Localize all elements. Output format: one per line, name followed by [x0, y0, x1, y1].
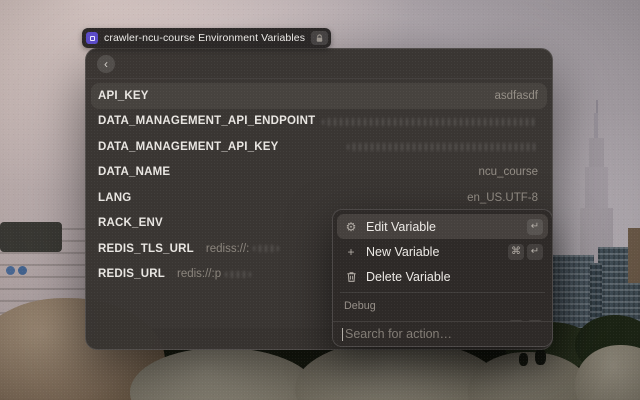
shortcut-keys: ⌘ ↵ — [508, 243, 543, 260]
trash-icon — [343, 271, 359, 283]
redacted-value — [225, 270, 252, 278]
action-menu-items: ⚙ Edit Variable ↵ + New Variable ⌘ ↵ Del… — [333, 210, 552, 321]
env-var-row-data-management-api-endpoint[interactable]: DATA_MANAGEMENT_API_ENDPOINT — [91, 109, 547, 135]
lock-icon — [311, 31, 329, 45]
menu-item-edit-variable[interactable]: ⚙ Edit Variable ↵ — [337, 214, 548, 239]
env-var-name: LANG — [98, 191, 132, 204]
redacted-value — [322, 117, 537, 126]
env-var-name: DATA_MANAGEMENT_API_KEY — [98, 140, 279, 153]
env-var-value: ncu_course — [478, 166, 538, 179]
plus-icon: + — [347, 244, 355, 259]
env-var-row-data-management-api-key[interactable]: DATA_MANAGEMENT_API_KEY — [91, 134, 547, 160]
chevron-left-icon: ‹ — [104, 57, 108, 71]
menu-item-delete-variable[interactable]: Delete Variable — [337, 264, 548, 289]
breadcrumb-pill[interactable]: crawler-ncu-course Environment Variables — [82, 28, 332, 48]
env-var-name: DATA_MANAGEMENT_API_ENDPOINT — [98, 115, 316, 128]
env-var-name: REDIS_URL — [98, 268, 165, 281]
action-menu: ⚙ Edit Variable ↵ + New Variable ⌘ ↵ Del… — [332, 209, 553, 347]
env-var-row-api-key[interactable]: API_KEY asdfasdf — [91, 83, 547, 109]
menu-section-debug: Debug — [344, 300, 376, 312]
desktop: crawler-ncu-course Environment Variables… — [0, 0, 640, 400]
env-var-name: RACK_ENV — [98, 217, 163, 230]
env-var-subtitle: rediss://: — [205, 242, 250, 255]
env-var-row-lang[interactable]: LANG en_US.UTF-8 — [91, 185, 547, 211]
menu-item-label: Delete Variable — [366, 269, 451, 284]
env-var-row-data-name[interactable]: DATA_NAME ncu_course — [91, 160, 547, 186]
shortcut-keys: ↵ — [527, 218, 543, 235]
env-var-value: asdfasdf — [494, 89, 538, 102]
menu-item-label: New Variable — [366, 244, 440, 259]
redacted-value — [253, 245, 280, 253]
action-search-input[interactable] — [345, 327, 543, 341]
window-header: ‹ — [86, 49, 552, 79]
return-key-badge: ↵ — [527, 243, 543, 260]
env-var-subtitle: redis://:p — [176, 268, 222, 281]
extension-icon — [86, 32, 98, 44]
env-var-name: REDIS_TLS_URL — [98, 242, 194, 255]
env-var-name: DATA_NAME — [98, 166, 171, 179]
env-var-value: en_US.UTF-8 — [467, 191, 538, 204]
env-var-name: API_KEY — [98, 89, 149, 102]
menu-item-new-variable[interactable]: + New Variable ⌘ ↵ — [337, 239, 548, 264]
cmd-key-badge: ⌘ — [508, 243, 524, 260]
text-cursor — [342, 327, 343, 341]
menu-item-label: Edit Variable — [366, 219, 436, 234]
return-key-badge: ↵ — [527, 218, 543, 235]
back-button[interactable]: ‹ — [97, 55, 115, 73]
menu-divider — [340, 292, 545, 293]
redacted-value — [347, 143, 537, 151]
pill-title: crawler-ncu-course Environment Variables — [104, 32, 306, 44]
action-search-bar — [333, 321, 552, 346]
gear-icon: ⚙ — [345, 219, 357, 234]
